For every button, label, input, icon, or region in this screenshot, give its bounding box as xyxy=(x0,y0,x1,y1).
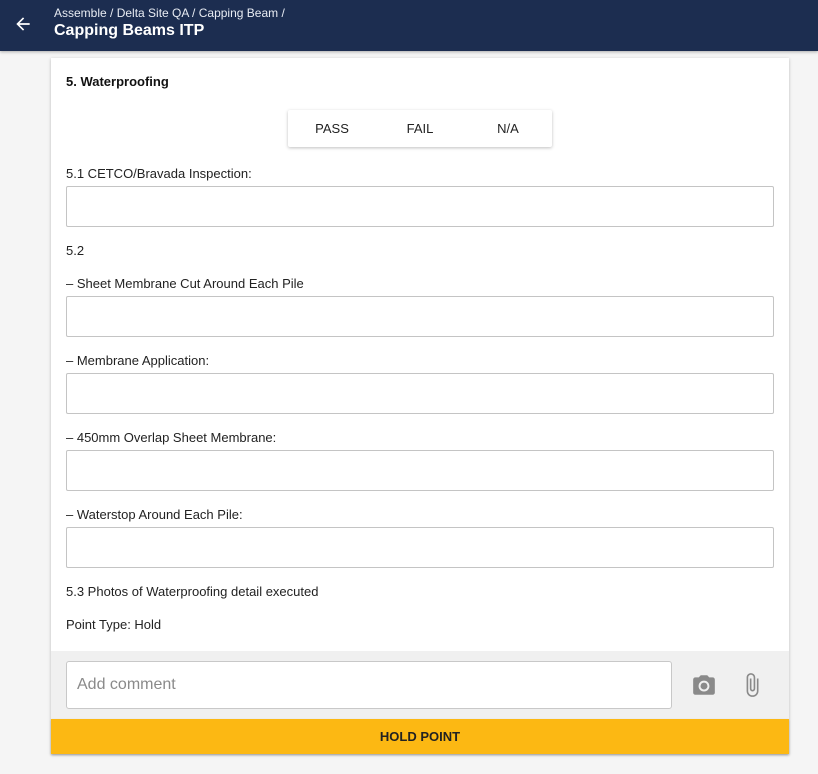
field-label-membrane-cut: – Sheet Membrane Cut Around Each Pile xyxy=(66,276,304,291)
attach-button[interactable] xyxy=(738,671,766,699)
cetco-inspection-field[interactable] xyxy=(66,186,774,227)
field-label-cetco-inspection: 5.1 CETCO/Bravada Inspection: xyxy=(66,166,252,181)
pass-button[interactable]: PASS xyxy=(288,110,376,147)
breadcrumb[interactable]: Assemble / Delta Site QA / Capping Beam … xyxy=(54,6,285,20)
membrane-cut-input[interactable] xyxy=(67,297,773,336)
field-label-overlap-membrane: – 450mm Overlap Sheet Membrane: xyxy=(66,430,277,445)
result-toggle-group: PASS FAIL N/A xyxy=(288,110,552,147)
field-label-5-2: 5.2 xyxy=(66,243,85,258)
photos-label: 5.3 Photos of Waterproofing detail execu… xyxy=(66,584,319,599)
section-title: 5. Waterproofing xyxy=(66,74,169,89)
fail-button[interactable]: FAIL xyxy=(376,110,464,147)
overlap-membrane-field[interactable] xyxy=(66,450,774,491)
comment-input[interactable] xyxy=(67,662,671,708)
point-type-label: Point Type: Hold xyxy=(66,617,162,632)
cetco-inspection-input[interactable] xyxy=(67,187,773,226)
field-label-waterstop: – Waterstop Around Each Pile: xyxy=(66,507,243,522)
arrow-left-icon xyxy=(16,17,30,31)
comment-bar xyxy=(51,651,789,719)
app-header: Assemble / Delta Site QA / Capping Beam … xyxy=(0,0,818,51)
back-button[interactable] xyxy=(8,9,38,39)
camera-button[interactable] xyxy=(690,671,718,699)
membrane-application-field[interactable] xyxy=(66,373,774,414)
waterstop-field[interactable] xyxy=(66,527,774,568)
hold-point-button[interactable]: HOLD POINT xyxy=(51,719,789,754)
na-button[interactable]: N/A xyxy=(464,110,552,147)
itp-section-card: 5. Waterproofing PASS FAIL N/A 5.1 CETCO… xyxy=(51,58,789,754)
comment-field[interactable] xyxy=(66,661,672,709)
membrane-cut-field[interactable] xyxy=(66,296,774,337)
membrane-application-input[interactable] xyxy=(67,374,773,413)
waterstop-input[interactable] xyxy=(67,528,773,567)
page-title: Capping Beams ITP xyxy=(54,22,205,39)
overlap-membrane-input[interactable] xyxy=(67,451,773,490)
paperclip-icon xyxy=(746,673,759,697)
camera-icon xyxy=(693,675,715,695)
field-label-membrane-application: – Membrane Application: xyxy=(66,353,210,368)
